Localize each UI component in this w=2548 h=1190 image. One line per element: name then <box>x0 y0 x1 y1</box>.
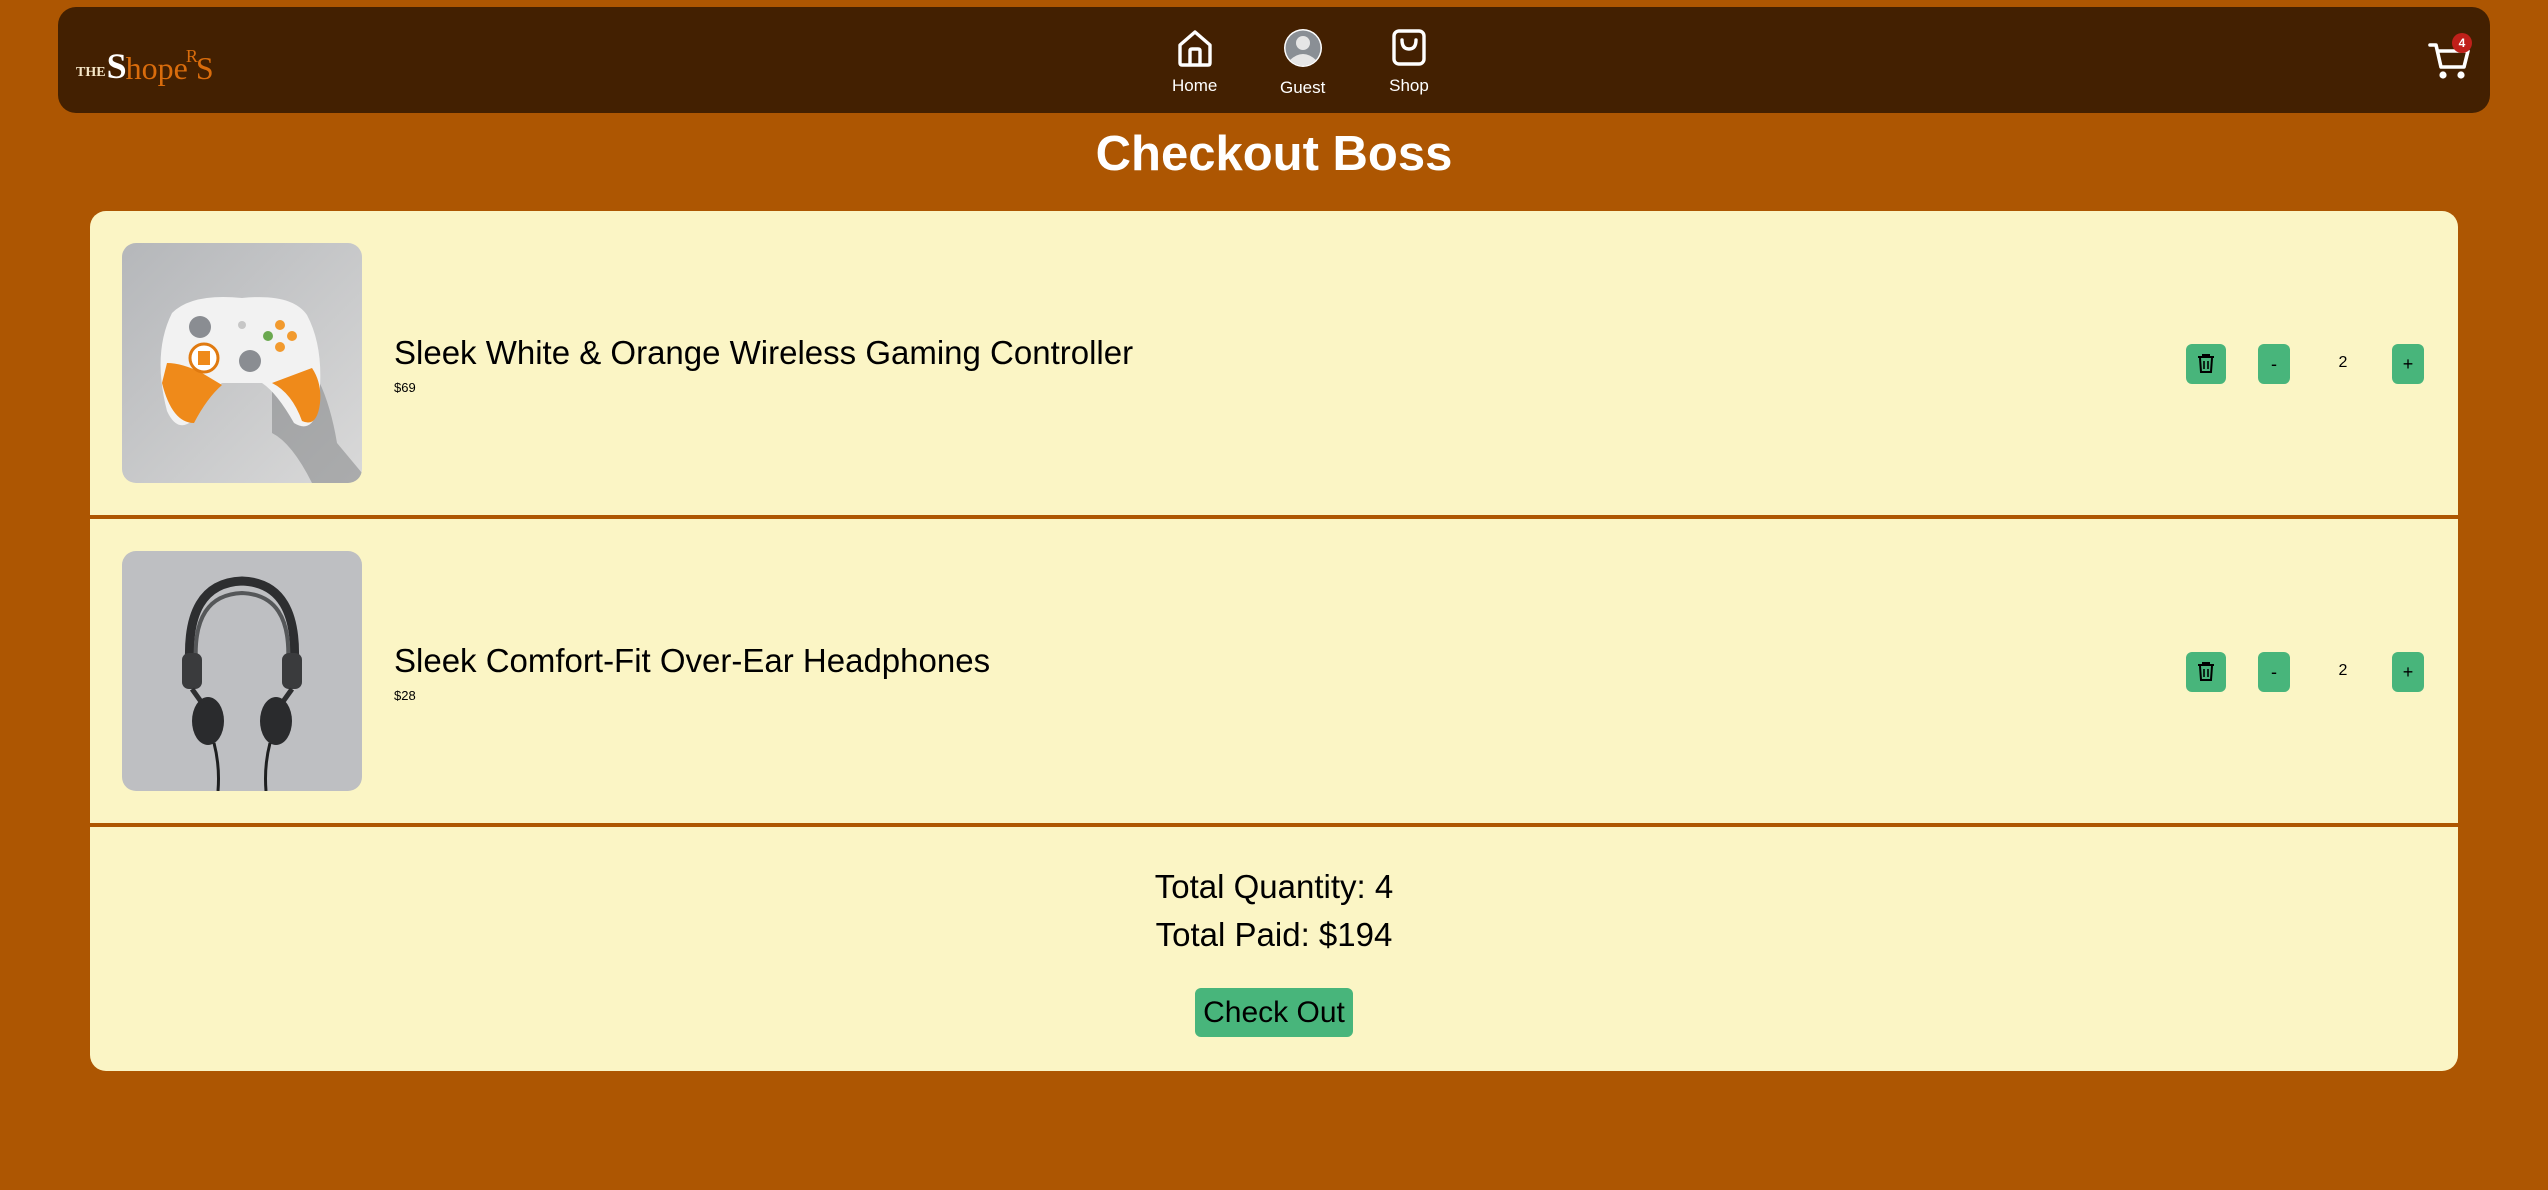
shopping-bag-icon <box>1389 27 1429 72</box>
checkout-button[interactable]: Check Out <box>1195 988 1353 1037</box>
decrease-quantity-button[interactable]: - <box>2258 652 2290 692</box>
logo-s: S <box>106 46 127 86</box>
remove-item-button[interactable] <box>2186 652 2226 692</box>
logo-hope: hope <box>125 50 188 86</box>
nav-home-label: Home <box>1172 76 1218 95</box>
item-quantity: 2 <box>2338 662 2348 679</box>
item-quantity: 2 <box>2338 354 2348 371</box>
item-name: Sleek Comfort-Fit Over-Ear Headphones <box>394 642 991 679</box>
user-avatar-icon <box>1282 27 1324 74</box>
home-icon <box>1175 27 1215 72</box>
decrease-quantity-button[interactable]: - <box>2258 344 2290 384</box>
nav-guest-label: Guest <box>1280 78 1326 97</box>
trash-icon <box>2197 661 2215 684</box>
logo-s-end: S <box>195 50 214 86</box>
top-navbar: THE S hope R S Home Guest Shop 4 <box>58 7 2490 113</box>
nav-guest[interactable]: Guest <box>1280 27 1325 98</box>
logo-r: R <box>185 46 198 66</box>
cart-count-badge: 4 <box>2452 33 2472 53</box>
nav-shop[interactable]: Shop <box>1389 27 1429 96</box>
cart-button[interactable]: 4 <box>2428 33 2472 81</box>
controller-image <box>122 243 362 483</box>
item-price: $69 <box>394 380 416 395</box>
headphones-image <box>122 551 362 791</box>
increase-quantity-button[interactable]: + <box>2392 344 2424 384</box>
page-title: Checkout Boss <box>1095 127 1453 181</box>
remove-item-button[interactable] <box>2186 344 2226 384</box>
trash-icon <box>2197 353 2215 376</box>
item-price: $28 <box>394 688 416 703</box>
cart-item-row: Sleek Comfort-Fit Over-Ear Headphones $2… <box>90 519 2458 827</box>
nav-home[interactable]: Home <box>1172 27 1217 96</box>
total-paid: Total Paid: $194 <box>1155 916 1393 953</box>
cart-panel: Sleek White & Orange Wireless Gaming Con… <box>90 211 2458 1071</box>
cart-item-row: Sleek White & Orange Wireless Gaming Con… <box>90 211 2458 519</box>
cart-icon <box>2428 43 2470 85</box>
item-name: Sleek White & Orange Wireless Gaming Con… <box>394 334 1134 371</box>
increase-quantity-button[interactable]: + <box>2392 652 2424 692</box>
order-summary: Total Quantity: 4 Total Paid: $194 <box>90 863 2458 959</box>
logo-the: THE <box>76 65 106 80</box>
total-quantity: Total Quantity: 4 <box>1154 868 1394 905</box>
nav-shop-label: Shop <box>1389 76 1429 95</box>
store-logo[interactable]: THE S hope R S <box>76 41 214 87</box>
